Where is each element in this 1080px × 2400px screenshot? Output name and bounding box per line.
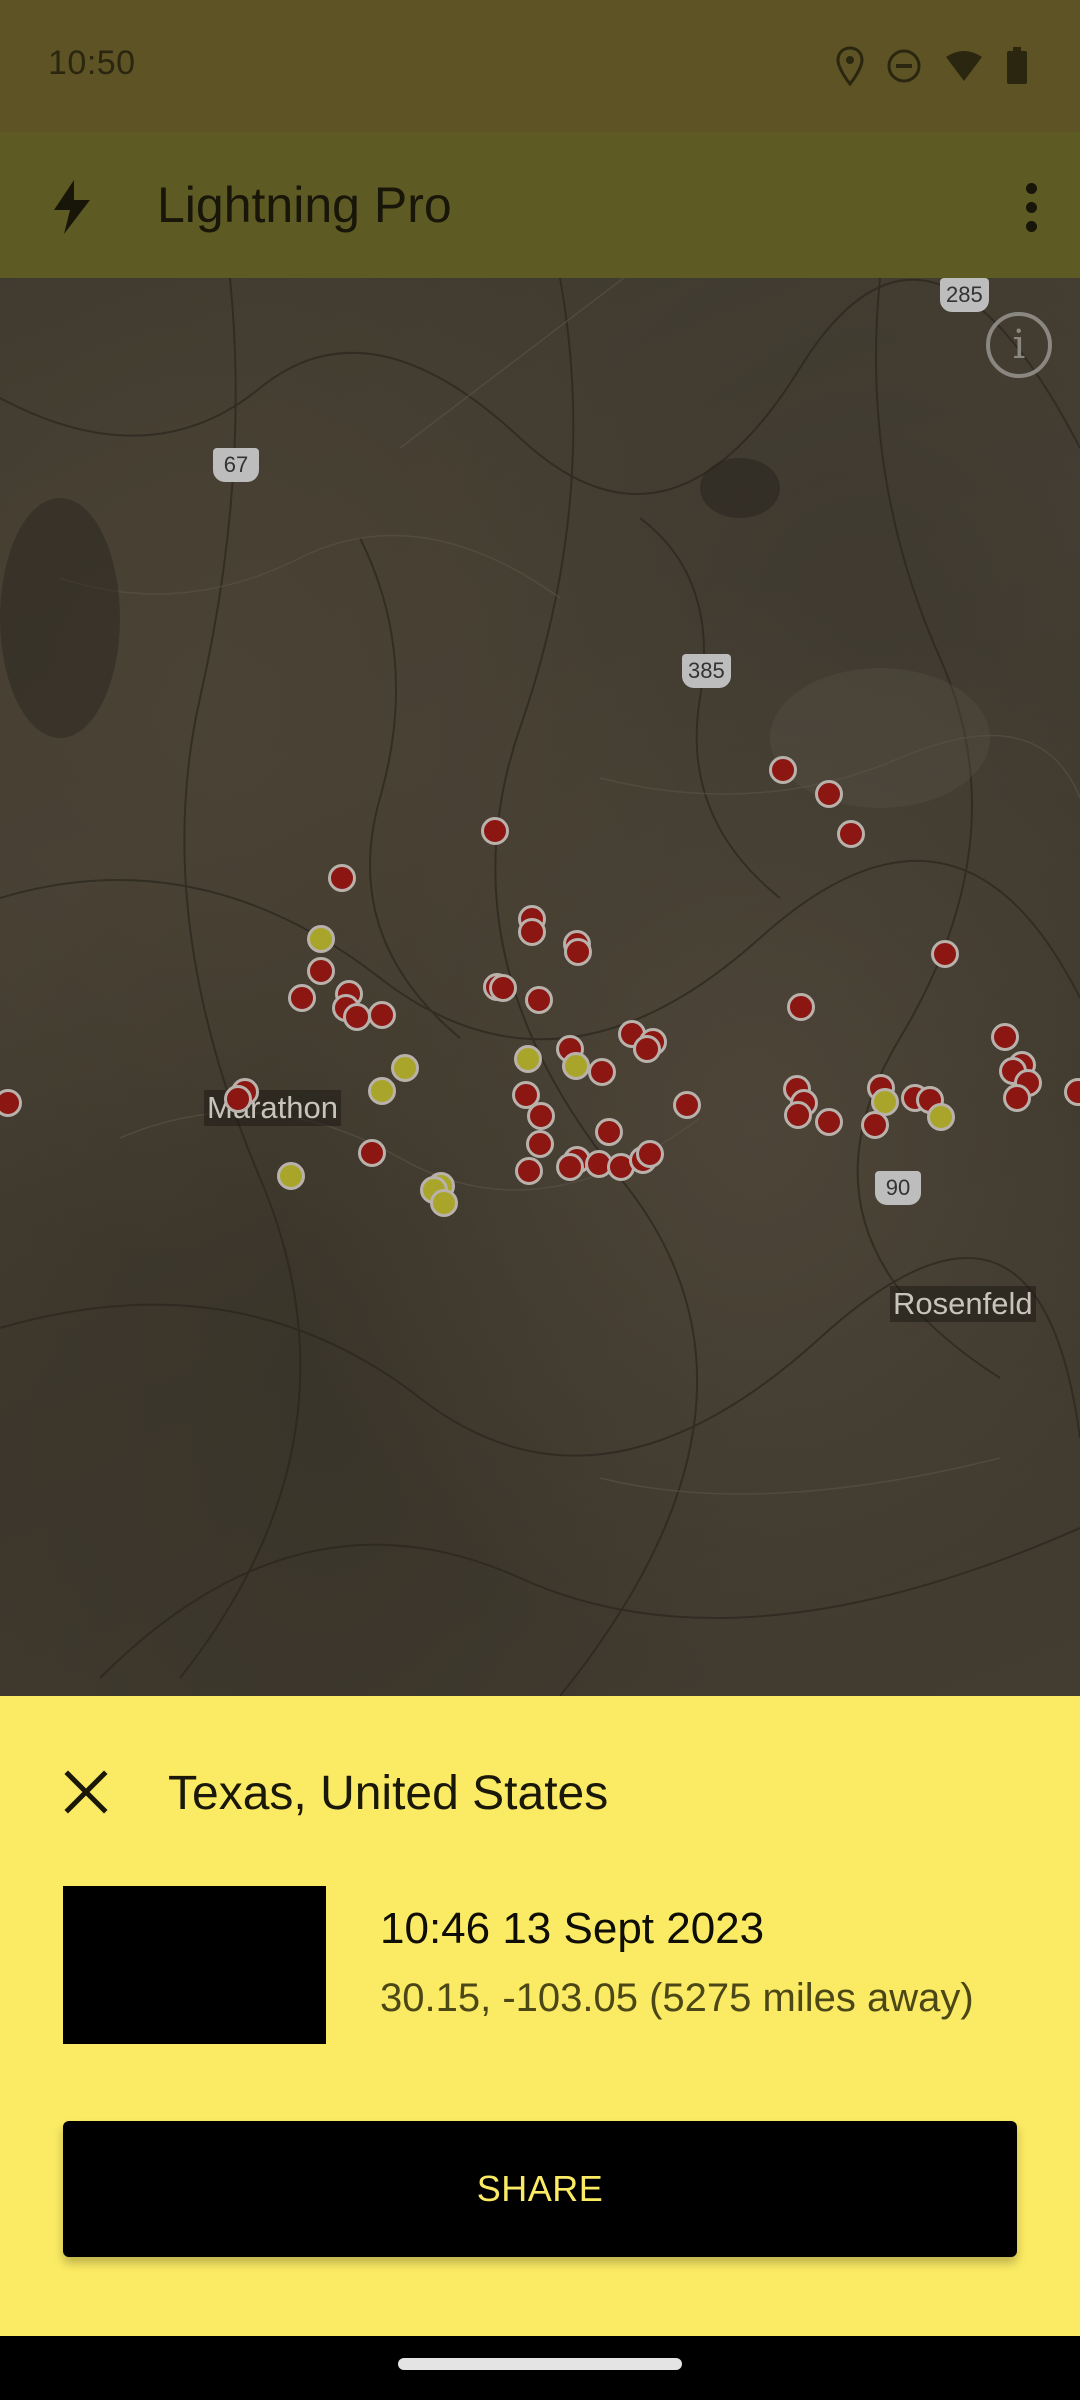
battery-icon — [1006, 47, 1028, 90]
strike-marker[interactable] — [518, 917, 547, 946]
app-bar: Lightning Pro — [0, 132, 1080, 278]
close-button[interactable] — [50, 1756, 122, 1828]
more-options-button[interactable] — [996, 172, 1066, 242]
navigation-bar — [0, 2336, 1080, 2400]
share-button[interactable]: SHARE — [63, 2121, 1017, 2257]
strike-marker[interactable] — [328, 863, 357, 892]
strike-marker[interactable] — [527, 1102, 556, 1131]
wifi-icon — [944, 49, 984, 88]
strike-marker[interactable] — [784, 1100, 813, 1129]
share-label: SHARE — [476, 2168, 604, 2209]
strike-marker[interactable] — [769, 756, 797, 785]
strike-thumbnail — [63, 1886, 326, 2044]
strike-marker[interactable] — [595, 1117, 624, 1146]
strike-marker-recent[interactable] — [926, 1103, 955, 1132]
strike-details-sheet: Texas, United States 10:46 13 Sept 2023 … — [0, 1696, 1080, 2336]
strike-time: 10:46 13 Sept 2023 — [380, 1904, 765, 1953]
map-info-button[interactable]: i — [986, 312, 1052, 378]
close-icon — [64, 1770, 108, 1814]
strike-marker[interactable] — [223, 1085, 252, 1114]
strike-marker-recent[interactable] — [429, 1188, 458, 1217]
strike-marker[interactable] — [480, 817, 509, 846]
location-icon — [836, 46, 864, 91]
strike-marker[interactable] — [587, 1058, 616, 1087]
strike-marker-recent[interactable] — [561, 1052, 590, 1081]
highway-shield-385: 385 — [682, 654, 731, 688]
app-title: Lightning Pro — [157, 177, 452, 233]
strike-marker-recent[interactable] — [306, 924, 335, 953]
status-bar: 10:50 — [0, 0, 1080, 132]
strike-marker[interactable] — [837, 819, 866, 848]
strike-marker[interactable] — [357, 1138, 386, 1167]
strike-marker-recent[interactable] — [276, 1161, 305, 1190]
info-icon: i — [1012, 322, 1026, 368]
status-time: 10:50 — [48, 44, 136, 82]
strike-marker[interactable] — [563, 937, 592, 966]
strike-marker[interactable] — [306, 957, 335, 986]
strike-marker-recent[interactable] — [368, 1076, 397, 1105]
do-not-disturb-icon — [886, 48, 922, 89]
strike-location: 30.15, -103.05 (5275 miles away) — [380, 1976, 974, 2020]
highway-shield-90: 90 — [875, 1171, 921, 1205]
strike-marker[interactable] — [672, 1090, 701, 1119]
strike-marker[interactable] — [860, 1110, 889, 1139]
strike-marker[interactable] — [991, 1022, 1020, 1051]
more-vert-icon — [1025, 182, 1037, 194]
strike-marker[interactable] — [1003, 1083, 1032, 1112]
sheet-title: Texas, United States — [168, 1767, 609, 1820]
status-icons — [836, 46, 1028, 91]
strike-marker[interactable] — [524, 985, 553, 1014]
highway-shield-285: 285 — [940, 278, 989, 312]
home-gesture-handle[interactable] — [398, 2358, 682, 2370]
place-label-rosenfeld: Rosenfeld — [890, 1286, 1036, 1322]
highway-shield-67: 67 — [213, 448, 259, 482]
strike-marker[interactable] — [815, 1107, 844, 1136]
map-view[interactable]: 285 67 385 90 Marathon Rosenfeld i — [0, 278, 1080, 1696]
strike-marker-recent[interactable] — [391, 1053, 419, 1082]
lightning-bolt-icon — [50, 180, 94, 234]
